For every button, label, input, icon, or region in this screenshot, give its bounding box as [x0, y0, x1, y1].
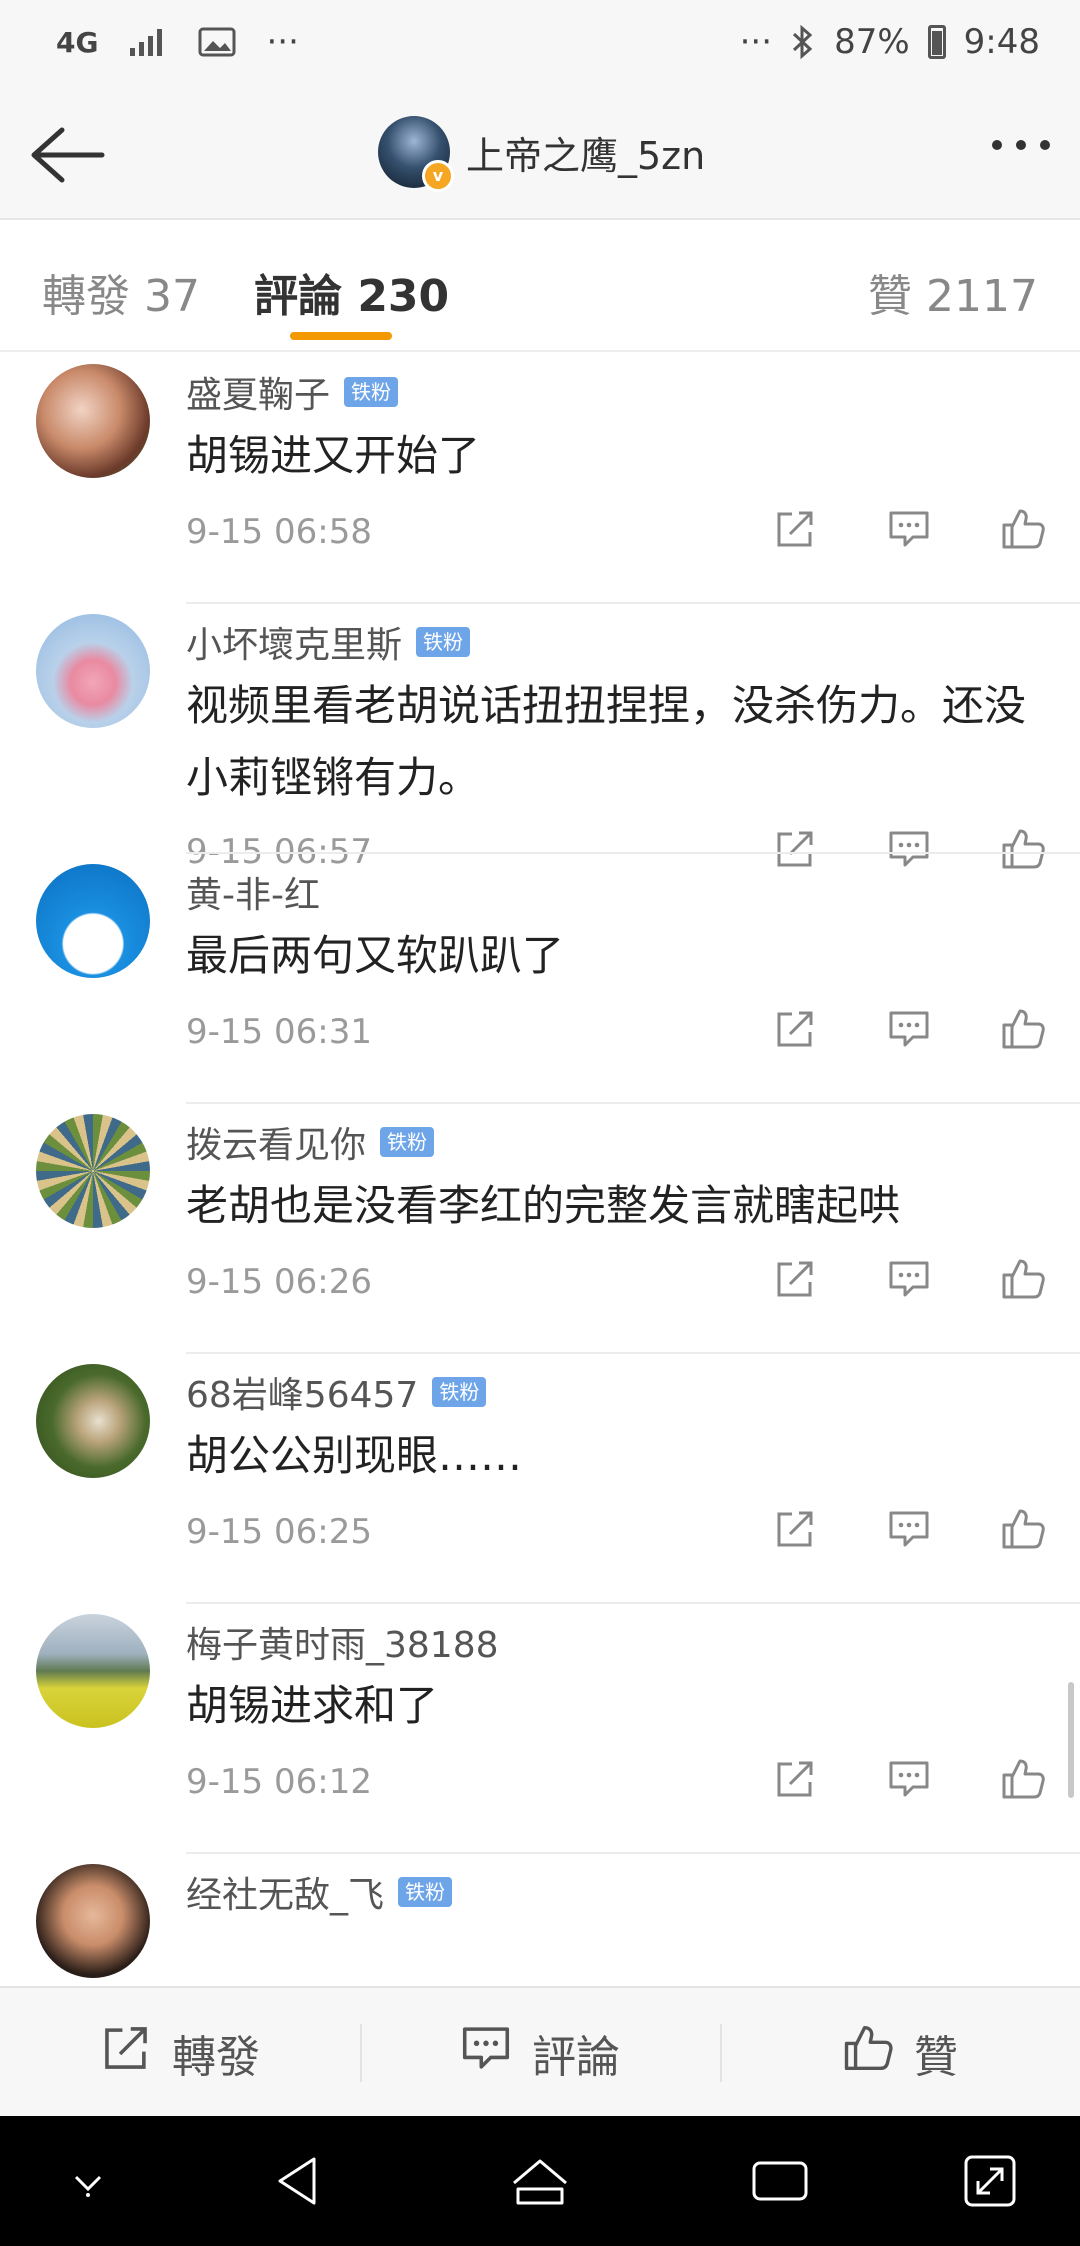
- system-nav-bar: [0, 2116, 1080, 2246]
- home-icon[interactable]: [508, 2149, 572, 2213]
- profile-title[interactable]: v 上帝之鹰_5zn: [378, 116, 706, 192]
- comment-time: 9-15 06:12: [186, 1762, 372, 1802]
- comment-text: 老胡也是没看李红的完整发言就瞎起哄: [186, 1181, 901, 1230]
- comment-icon[interactable]: [882, 1002, 936, 1056]
- comment-icon[interactable]: [882, 1502, 936, 1556]
- hide-keyboard-icon[interactable]: [56, 2149, 120, 2213]
- avatar[interactable]: [36, 364, 150, 478]
- like-icon[interactable]: [996, 1002, 1050, 1056]
- share-icon[interactable]: [768, 1252, 822, 1306]
- tab-likes[interactable]: 贊 2117: [868, 260, 1038, 324]
- share-icon: [100, 2023, 152, 2084]
- avatar[interactable]: [36, 1364, 150, 1478]
- active-tab-indicator: [290, 332, 392, 340]
- more-options-icon[interactable]: [992, 140, 1050, 150]
- commenter-name[interactable]: 拨云看见你: [186, 1116, 366, 1168]
- share-icon[interactable]: [768, 1752, 822, 1806]
- comment-label: 評論: [532, 2032, 620, 2083]
- comment-item: 经社无敌_飞 铁粉: [0, 1852, 1080, 1986]
- commenter-name[interactable]: 黄-非-红: [186, 866, 320, 918]
- comment-icon[interactable]: [882, 1752, 936, 1806]
- image-icon: [198, 26, 236, 58]
- commenter-name[interactable]: 梅子黄时雨_38188: [186, 1616, 499, 1668]
- back-arrow-icon[interactable]: [26, 120, 106, 190]
- comment-time: 9-15 06:25: [186, 1512, 372, 1552]
- comment-text: 视频里看老胡说话扭扭捏捏，没杀伤力。还没小莉铿锵有力。: [186, 681, 1027, 802]
- fan-badge: 铁粉: [432, 1377, 487, 1407]
- avatar[interactable]: v: [378, 116, 454, 192]
- comment-text: 胡锡进又开始了: [186, 431, 481, 480]
- bottom-action-bar: 轉發 評論 贊: [0, 1986, 1080, 2118]
- comment-item: 黄-非-红 最后两句又软趴趴了 9-15 06:31: [0, 852, 1080, 1104]
- comment-icon: [460, 2023, 512, 2084]
- status-more-left: ···: [266, 22, 299, 62]
- page-title: 上帝之鹰_5zn: [466, 133, 706, 178]
- commenter-name[interactable]: 68岩峰56457: [186, 1366, 418, 1418]
- tab-reposts[interactable]: 轉發 37: [42, 260, 200, 324]
- battery-icon: [927, 25, 946, 59]
- verified-icon: v: [422, 160, 454, 192]
- share-icon[interactable]: [768, 1002, 822, 1056]
- comment-item: 68岩峰56457 铁粉 胡公公别现眼…… 9-15 06:25: [0, 1352, 1080, 1604]
- comment-item: 拨云看见你 铁粉 老胡也是没看李红的完整发言就瞎起哄 9-15 06:26: [0, 1102, 1080, 1354]
- expand-icon[interactable]: [958, 2149, 1022, 2213]
- fan-badge: 铁粉: [344, 377, 399, 407]
- recents-icon[interactable]: [748, 2149, 812, 2213]
- comment-icon[interactable]: [882, 1252, 936, 1306]
- fan-badge: 铁粉: [380, 1127, 435, 1157]
- comment-time: 9-15 06:58: [186, 512, 372, 552]
- signal-icon: [128, 26, 168, 58]
- back-icon[interactable]: [268, 2149, 332, 2213]
- comment-text: 胡公公别现眼……: [186, 1431, 523, 1480]
- like-icon[interactable]: [996, 1752, 1050, 1806]
- repost-label: 轉發: [172, 2032, 260, 2083]
- scrollbar[interactable]: [1068, 1682, 1074, 1798]
- avatar[interactable]: [36, 1864, 150, 1978]
- like-button[interactable]: 贊: [720, 1988, 1080, 2118]
- like-icon[interactable]: [996, 502, 1050, 556]
- comment-text: 胡锡进求和了: [186, 1681, 439, 1730]
- comment-time: 9-15 06:31: [186, 1012, 372, 1052]
- network-type: 4G: [56, 25, 99, 59]
- avatar[interactable]: [36, 1614, 150, 1728]
- comment-list[interactable]: 盛夏鞠子 铁粉 胡锡进又开始了 9-15 06:58 小坏壞克里斯 铁粉 视频里…: [0, 352, 1080, 1986]
- status-time: 9:48: [963, 22, 1040, 62]
- like-label: 贊: [914, 2032, 958, 2083]
- commenter-name[interactable]: 小坏壞克里斯: [186, 616, 402, 668]
- bluetooth-icon: [790, 24, 816, 60]
- comment-item: 梅子黄时雨_38188 胡锡进求和了 9-15 06:12: [0, 1602, 1080, 1854]
- status-bar: 4G ··· ··· 87% 9:48: [0, 0, 1080, 90]
- avatar[interactable]: [36, 864, 150, 978]
- comment-button[interactable]: 評論: [360, 1988, 720, 2118]
- comment-time: 9-15 06:26: [186, 1262, 372, 1302]
- like-icon[interactable]: [996, 1502, 1050, 1556]
- commenter-name[interactable]: 盛夏鞠子: [186, 366, 330, 418]
- share-icon[interactable]: [768, 502, 822, 556]
- commenter-name[interactable]: 经社无敌_飞: [186, 1866, 384, 1918]
- share-icon[interactable]: [768, 1502, 822, 1556]
- comment-item: 小坏壞克里斯 铁粉 视频里看老胡说话扭扭捏捏，没杀伤力。还没小莉铿锵有力。 9-…: [0, 602, 1080, 872]
- like-icon[interactable]: [996, 1252, 1050, 1306]
- comment-text: 最后两句又软趴趴了: [186, 931, 565, 980]
- tab-comments[interactable]: 評論 230: [254, 260, 449, 324]
- fan-badge: 铁粉: [416, 627, 471, 657]
- fan-badge: 铁粉: [398, 1877, 453, 1907]
- like-icon: [842, 2023, 894, 2084]
- repost-button[interactable]: 轉發: [0, 1988, 360, 2118]
- comment-item: 盛夏鞠子 铁粉 胡锡进又开始了 9-15 06:58: [0, 352, 1080, 604]
- top-app-bar: v 上帝之鹰_5zn: [0, 90, 1080, 220]
- tab-bar: 轉發 37 評論 230 贊 2117: [0, 220, 1080, 352]
- battery-percent: 87%: [834, 22, 910, 62]
- avatar[interactable]: [36, 614, 150, 728]
- avatar[interactable]: [36, 1114, 150, 1228]
- status-more-right: ···: [739, 22, 773, 62]
- comment-icon[interactable]: [882, 502, 936, 556]
